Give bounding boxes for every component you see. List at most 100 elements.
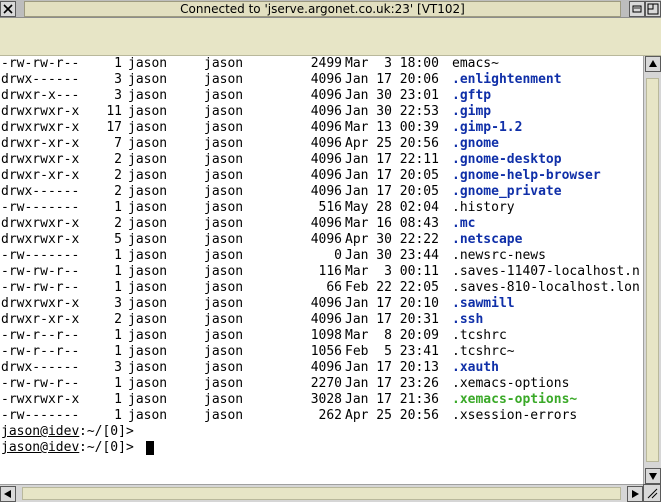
text-cursor xyxy=(146,441,154,455)
prompt-user-host: jason@idev xyxy=(1,424,80,439)
listing-perm: drwx------ xyxy=(1,72,80,87)
resize-handle[interactable] xyxy=(643,484,661,502)
listing-size: 4096 xyxy=(310,72,342,87)
listing-name: .xsession-errors xyxy=(452,408,578,423)
listing-perm: drwx------ xyxy=(1,360,80,375)
listing-name: .enlightenment xyxy=(452,72,562,87)
listing-owner: jason xyxy=(128,136,168,151)
listing-perm: -rw-rw-r-- xyxy=(1,376,80,391)
listing-perm: drwxrwxr-x xyxy=(1,216,80,231)
vertical-scrollbar[interactable] xyxy=(643,56,661,484)
listing-links: 1 xyxy=(114,408,122,423)
listing-owner: jason xyxy=(128,344,168,359)
listing-name: .tcshrc~ xyxy=(452,344,515,359)
scroll-down-button[interactable] xyxy=(645,468,661,484)
listing-owner: jason xyxy=(128,152,168,167)
listing-perm: drwx------ xyxy=(1,184,80,199)
listing-name: .gftp xyxy=(452,88,492,103)
listing-perm: -rw------- xyxy=(1,248,80,263)
listing-group: jason xyxy=(204,168,244,183)
close-button[interactable] xyxy=(0,1,16,17)
listing-owner: jason xyxy=(128,328,168,343)
listing-group: jason xyxy=(204,360,244,375)
listing-group: jason xyxy=(204,120,244,135)
listing-owner: jason xyxy=(128,56,168,71)
vertical-scroll-thumb[interactable] xyxy=(646,78,659,462)
listing-links: 5 xyxy=(114,232,122,247)
listing-perm: -rw-r--r-- xyxy=(1,328,80,343)
listing-links: 2 xyxy=(114,184,122,199)
listing-size: 4096 xyxy=(310,312,342,327)
listing-date: Jan 17 20:13 xyxy=(345,360,439,375)
listing-group: jason xyxy=(204,280,244,295)
listing-owner: jason xyxy=(128,312,168,327)
listing-group: jason xyxy=(204,200,244,215)
scroll-right-button[interactable] xyxy=(627,486,643,502)
listing-date: Jan 30 22:53 xyxy=(345,104,439,119)
listing-links: 1 xyxy=(114,248,122,263)
listing-name: .saves-11407-localhost.n xyxy=(452,264,640,279)
prompt-user-host: jason@idev xyxy=(1,440,80,455)
listing-name: .mc xyxy=(452,216,476,231)
listing-perm: -rw-rw-r-- xyxy=(1,56,80,71)
listing-perm: drwxrwxr-x xyxy=(1,232,80,247)
listing-perm: drwxrwxr-x xyxy=(1,152,80,167)
horizontal-scroll-thumb[interactable] xyxy=(22,487,621,500)
listing-name: .gimp-1.2 xyxy=(452,120,523,135)
listing-date: Jan 30 23:01 xyxy=(345,88,439,103)
listing-links: 17 xyxy=(106,120,122,135)
listing-size: 4096 xyxy=(310,232,342,247)
listing-size: 4096 xyxy=(310,360,342,375)
listing-name: .xemacs-options~ xyxy=(452,392,578,407)
listing-date: Jan 17 20:31 xyxy=(345,312,439,327)
listing-links: 2 xyxy=(114,312,122,327)
listing-size: 1098 xyxy=(310,328,342,343)
terminal-output[interactable]: -rw-rw-r-- 1 jason jason 2499 Mar 3 18:00 emac… xyxy=(0,56,643,484)
listing-size: 4096 xyxy=(310,120,342,135)
listing-perm: -rw-rw-r-- xyxy=(1,280,80,295)
listing-group: jason xyxy=(204,248,244,263)
scroll-left-button[interactable] xyxy=(0,486,16,502)
listing-size: 4096 xyxy=(310,216,342,231)
listing-owner: jason xyxy=(128,248,168,263)
title-bar[interactable]: Connected to 'jserve.argonet.co.uk:23' [… xyxy=(0,0,661,18)
listing-size: 2499 xyxy=(310,56,342,71)
listing-links: 2 xyxy=(114,152,122,167)
arrow-left-icon xyxy=(4,490,11,498)
listing-links: 1 xyxy=(114,280,122,295)
listing-name: .sawmill xyxy=(452,296,515,311)
listing-owner: jason xyxy=(128,408,168,423)
listing-name: .ssh xyxy=(452,312,484,327)
listing-date: Mar 3 18:00 xyxy=(345,56,439,71)
listing-perm: drwxr-xr-x xyxy=(1,168,80,183)
listing-perm: -rwxrwxr-x xyxy=(1,392,80,407)
arrow-right-icon xyxy=(632,490,639,498)
prompt-path: :~/[0]> xyxy=(79,440,134,455)
iconise-button[interactable] xyxy=(629,1,645,17)
toolbar-area xyxy=(0,18,661,56)
arrow-down-icon xyxy=(649,473,657,480)
listing-perm: -rw-rw-r-- xyxy=(1,264,80,279)
listing-name: .saves-810-localhost.lon xyxy=(452,280,640,295)
listing-group: jason xyxy=(204,264,244,279)
listing-owner: jason xyxy=(128,296,168,311)
listing-perm: drwxr-xr-x xyxy=(1,312,80,327)
listing-size: 2270 xyxy=(310,376,342,391)
listing-owner: jason xyxy=(128,200,168,215)
listing-name: emacs~ xyxy=(452,56,499,71)
listing-size: 4096 xyxy=(310,88,342,103)
listing-date: Mar 16 08:43 xyxy=(345,216,439,231)
listing-perm: drwxrwxr-x xyxy=(1,120,80,135)
listing-name: .netscape xyxy=(452,232,523,247)
listing-owner: jason xyxy=(128,376,168,391)
toggle-size-button[interactable] xyxy=(645,1,661,17)
listing-perm: drwxr-xr-x xyxy=(1,136,80,151)
close-icon xyxy=(3,4,13,14)
scroll-up-button[interactable] xyxy=(645,56,661,72)
listing-date: Jan 17 20:10 xyxy=(345,296,439,311)
listing-size: 66 xyxy=(326,280,342,295)
toggle-size-icon xyxy=(647,3,659,15)
horizontal-scrollbar[interactable] xyxy=(0,484,643,502)
listing-group: jason xyxy=(204,344,244,359)
listing-links: 1 xyxy=(114,264,122,279)
